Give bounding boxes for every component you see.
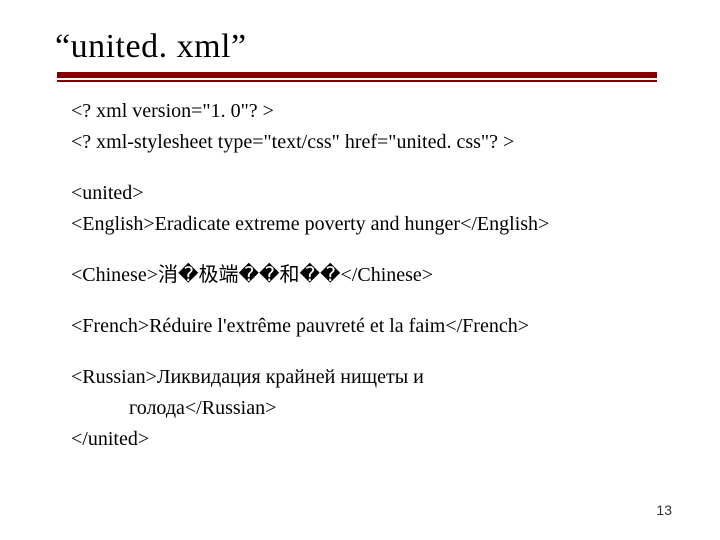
xml-declaration-line: <? xml version="1. 0"? > [71,98,670,125]
page-number: 13 [656,502,672,518]
xml-stylesheet-line: <? xml-stylesheet type="text/css" href="… [71,129,670,156]
united-close-tag: </united> [71,426,670,453]
russian-line-1: <Russian>Ликвидация крайней нищеты и [71,364,670,391]
slide-body: <? xml version="1. 0"? > <? xml-styleshe… [55,98,670,453]
title-underline [57,72,657,82]
slide-title: “united. xml” [55,28,670,66]
chinese-line: <Chinese>消�极端��和��</Chinese> [71,262,670,289]
english-line: <English>Eradicate extreme poverty and h… [71,211,670,238]
slide: “united. xml” <? xml version="1. 0"? > <… [0,0,720,540]
united-open-tag: <united> [71,180,670,207]
french-line: <French>Réduire l'extrême pauvreté et la… [71,313,670,340]
russian-line-2: голода</Russian> [71,395,670,422]
